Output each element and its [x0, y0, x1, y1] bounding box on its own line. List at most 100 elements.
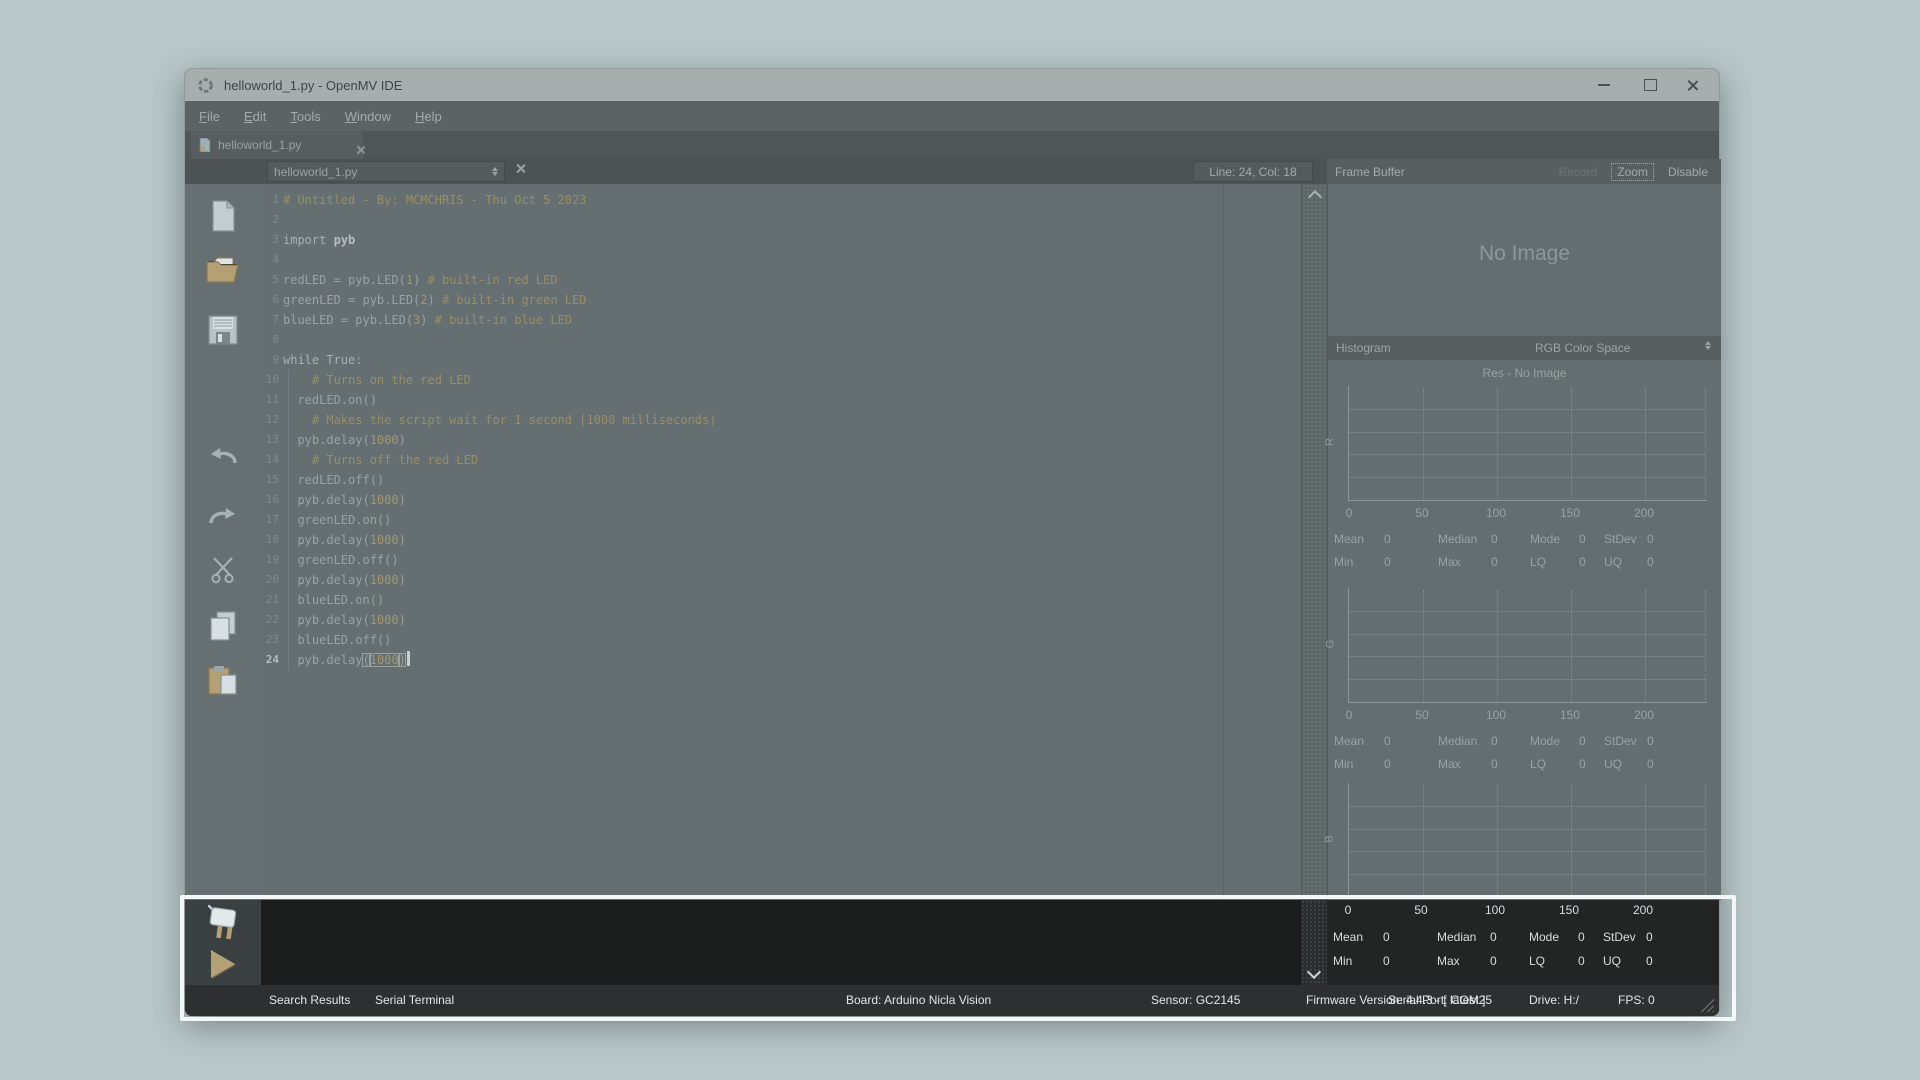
line-number: 7 — [261, 310, 279, 330]
connect-toolbar — [185, 900, 261, 985]
line-number: 19 — [261, 550, 279, 570]
minimize-button[interactable] — [1587, 69, 1621, 101]
document-selector[interactable]: helloworld_1.py — [267, 161, 505, 182]
status-sensor: Sensor: GC2145 — [1151, 993, 1240, 1007]
plug-icon — [203, 904, 243, 942]
line-number: 21 — [261, 590, 279, 610]
resize-grip[interactable] — [1699, 997, 1714, 1012]
redo-button[interactable] — [205, 496, 241, 532]
resolution-label: Res - No Image — [1328, 360, 1721, 384]
stat-label: Mode — [1530, 532, 1579, 546]
status-fps: FPS: 0 — [1618, 993, 1655, 1007]
stat-max: Max0 — [1438, 555, 1530, 573]
axis-ticks: 050100150200 — [1348, 708, 1707, 724]
open-folder-icon — [206, 256, 240, 284]
undo-icon — [207, 443, 239, 465]
openmv-logo-icon[interactable] — [197, 77, 214, 94]
histogram-plot-b — [1348, 783, 1707, 898]
histogram-section-r: R050100150200Mean0Median0Mode0StDev0Min0… — [1328, 386, 1722, 583]
tick-label: 150 — [1560, 708, 1580, 722]
disable-button[interactable]: Disable — [1663, 164, 1713, 180]
status-drive: Drive: H:/ — [1529, 993, 1579, 1007]
scroll-down-icon[interactable] — [1307, 965, 1321, 979]
stat-label: StDev — [1604, 532, 1647, 546]
stats-row: Mean0Median0Mode0StDev0 — [1334, 532, 1716, 550]
color-space-updown-icon — [1705, 341, 1711, 350]
code-line: 16 pyb.delay(1000) — [261, 490, 1301, 510]
tick-label: 200 — [1634, 506, 1654, 520]
undo-button[interactable] — [205, 436, 241, 472]
menu-item-help[interactable]: Help — [415, 109, 442, 124]
code-editor[interactable]: 1# Untitled - By: MCMCHRIS - Thu Oct 5 2… — [261, 184, 1301, 900]
stat-mode: Mode0 — [1529, 930, 1603, 948]
stat-stdev: StDev0 — [1604, 532, 1716, 550]
close-icon — [1686, 79, 1699, 92]
stat-label: UQ — [1603, 954, 1646, 968]
color-space-dropdown[interactable]: RGB Color Space — [1535, 341, 1630, 355]
updown-icon — [492, 167, 498, 176]
editor-toolbar-icons — [185, 184, 261, 900]
line-number: 13 — [261, 430, 279, 450]
line-number: 17 — [261, 510, 279, 530]
menu-item-file[interactable]: File — [199, 109, 220, 124]
status-board: Board: Arduino Nicla Vision — [846, 993, 991, 1007]
strip-histogram-stats: 050100150200Mean0Median0Mode0StDev0Min0M… — [1327, 900, 1719, 985]
menu-item-tools[interactable]: Tools — [290, 109, 320, 124]
stats-row: Min0Max0LQ0UQ0 — [1334, 757, 1716, 775]
connect-button[interactable] — [203, 905, 243, 941]
output-scrollbar[interactable] — [1301, 900, 1327, 985]
stat-value: 0 — [1646, 930, 1653, 944]
line-number: 18 — [261, 530, 279, 550]
cut-button[interactable] — [205, 552, 241, 588]
frame-buffer-panel: No Image Histogram RGB Color Space Res -… — [1327, 184, 1721, 900]
tick-label: 50 — [1414, 903, 1427, 917]
file-tab-bar: helloworld_1.py — [185, 131, 1719, 159]
code-line: 9while True: — [261, 350, 1301, 370]
menu-item-edit[interactable]: Edit — [244, 109, 266, 124]
stat-value: 0 — [1383, 930, 1390, 944]
menu-item-window[interactable]: Window — [345, 109, 391, 124]
stat-value: 0 — [1384, 734, 1391, 748]
stats-row: Mean0Median0Mode0StDev0 — [1333, 930, 1713, 948]
stat-value: 0 — [1579, 532, 1586, 546]
stat-value: 0 — [1647, 555, 1654, 569]
open-file-button[interactable] — [205, 252, 241, 288]
tick-label: 150 — [1560, 506, 1580, 520]
stat-label: LQ — [1530, 555, 1579, 569]
code-area[interactable]: 1# Untitled - By: MCMCHRIS - Thu Oct 5 2… — [261, 184, 1301, 900]
maximize-button[interactable] — [1633, 69, 1667, 101]
stat-value: 0 — [1491, 532, 1498, 546]
axis-ticks: 050100150200 — [1348, 506, 1707, 522]
tab-serial-terminal[interactable]: Serial Terminal — [375, 993, 454, 1007]
stat-max: Max0 — [1438, 757, 1530, 775]
close-button[interactable] — [1675, 69, 1709, 101]
editor-toolbar: helloworld_1.py Line: 24, Col: 18 Frame … — [185, 159, 1719, 184]
stat-value: 0 — [1578, 930, 1585, 944]
copy-button[interactable] — [205, 608, 241, 644]
line-number: 9 — [261, 350, 279, 370]
paste-button[interactable] — [205, 662, 241, 698]
scroll-up-icon[interactable] — [1307, 190, 1321, 204]
run-button[interactable] — [203, 946, 243, 982]
stats-row: Min0Max0LQ0UQ0 — [1334, 555, 1716, 573]
stat-label: Median — [1437, 930, 1490, 944]
stat-value: 0 — [1646, 954, 1653, 968]
code-line: 22 pyb.delay(1000) — [261, 610, 1301, 630]
stat-label: Min — [1333, 954, 1383, 968]
file-tab[interactable]: helloworld_1.py — [191, 131, 363, 159]
zoom-button[interactable]: Zoom — [1612, 164, 1653, 180]
paste-icon — [208, 665, 238, 695]
stat-value: 0 — [1647, 757, 1654, 771]
stat-value: 0 — [1490, 930, 1497, 944]
code-line: 5redLED = pyb.LED(1) # built-in red LED — [261, 270, 1301, 290]
code-line: 6greenLED = pyb.LED(2) # built-in green … — [261, 290, 1301, 310]
new-file-button[interactable] — [205, 198, 241, 234]
tick-label: 150 — [1559, 903, 1579, 917]
tab-search-results[interactable]: Search Results — [269, 993, 350, 1007]
stat-min: Min0 — [1334, 757, 1438, 775]
channel-label-g: G — [1324, 640, 1336, 649]
editor-scrollbar[interactable] — [1301, 184, 1327, 900]
save-button[interactable] — [205, 312, 241, 348]
document-selector-label: helloworld_1.py — [274, 165, 492, 179]
line-number: 4 — [261, 250, 279, 270]
